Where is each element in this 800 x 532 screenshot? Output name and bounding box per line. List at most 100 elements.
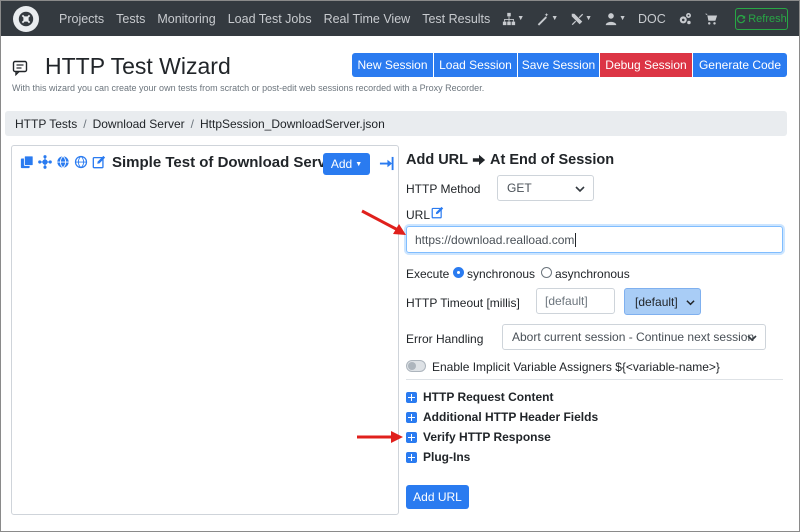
page-title: HTTP Test Wizard — [45, 53, 231, 79]
implicit-variable-label: Enable Implicit Variable Assigners ${<va… — [432, 360, 720, 374]
session-toolbar — [20, 155, 110, 169]
sitemap-icon — [503, 12, 516, 25]
session-title: Simple Test of Download Server — [112, 154, 341, 171]
app-logo[interactable] — [13, 6, 39, 32]
breadcrumb-separator: / — [83, 116, 87, 131]
debug-session-button[interactable]: Debug Session — [600, 53, 693, 77]
new-session-button[interactable]: New Session — [352, 53, 434, 77]
section-label: Additional HTTP Header Fields — [423, 410, 599, 424]
chevron-down-icon — [747, 335, 757, 342]
breadcrumb-item-download-server[interactable]: Download Server — [93, 117, 185, 131]
heading-add-url: Add URL — [406, 152, 469, 168]
section-divider — [406, 379, 783, 380]
refresh-label: Refresh — [748, 13, 787, 25]
magic-wand-icon — [537, 12, 549, 26]
wizard-menu[interactable]: ▼ — [536, 12, 558, 26]
annotation-arrow-url — [361, 209, 406, 235]
section-label: Plug-Ins — [423, 450, 471, 464]
breadcrumb-item-http-tests[interactable]: HTTP Tests — [15, 117, 77, 131]
synchronous-label: synchronous — [467, 267, 536, 281]
http-method-label: HTTP Method — [406, 182, 481, 196]
nav-load-test-jobs[interactable]: Load Test Jobs — [228, 12, 312, 26]
top-navbar: Projects Tests Monitoring Load Test Jobs… — [1, 1, 799, 36]
caret-down-icon: ▼ — [551, 15, 559, 22]
nav-projects[interactable]: Projects — [59, 12, 104, 26]
sitemap-menu[interactable]: ▼ — [502, 12, 524, 26]
plus-square-icon — [406, 431, 417, 443]
comment-icon — [12, 60, 28, 76]
section-plug-ins[interactable]: Plug-Ins — [406, 450, 470, 464]
user-icon — [605, 12, 617, 25]
url-input[interactable]: https://download.realload.com — [406, 226, 783, 253]
nav-monitoring[interactable]: Monitoring — [157, 12, 215, 26]
section-verify-http-response[interactable]: Verify HTTP Response — [406, 430, 551, 444]
http-timeout-label: HTTP Timeout [millis] — [406, 296, 520, 310]
execute-label: Execute — [406, 267, 450, 281]
add-url-heading: Add URL At End of Session — [406, 152, 614, 168]
error-handling-select[interactable]: Abort current session - Continue next se… — [502, 324, 766, 350]
http-method-value: GET — [507, 181, 532, 195]
http-timeout-placeholder: [default] — [545, 294, 588, 308]
edit-url-icon[interactable] — [431, 206, 444, 219]
caret-down-icon: ▼ — [585, 15, 593, 22]
section-http-request-content[interactable]: HTTP Request Content — [406, 390, 553, 404]
refresh-icon — [737, 14, 746, 24]
caret-down-icon: ▼ — [517, 15, 525, 22]
edit-icon[interactable] — [92, 155, 106, 169]
caret-down-icon: ▼ — [619, 15, 627, 22]
error-handling-value: Abort current session - Continue next se… — [512, 330, 755, 344]
nav-real-time-view[interactable]: Real Time View — [324, 12, 411, 26]
network-icon[interactable] — [38, 155, 52, 169]
error-handling-label: Error Handling — [406, 332, 484, 346]
save-session-button[interactable]: Save Session — [518, 53, 600, 77]
http-timeout-input[interactable]: [default] — [536, 288, 615, 314]
breadcrumb: HTTP Tests / Download Server / HttpSessi… — [5, 111, 787, 136]
globe-outline-icon[interactable] — [74, 155, 88, 169]
implicit-variable-toggle[interactable] — [406, 360, 426, 372]
refresh-button[interactable]: Refresh — [735, 8, 788, 30]
plus-square-icon — [406, 411, 417, 423]
chevron-down-icon — [575, 186, 585, 193]
http-timeout-select[interactable]: [default] — [624, 288, 701, 315]
annotation-arrow-verify — [357, 431, 403, 443]
asynchronous-label: asynchronous — [555, 267, 630, 281]
nav-test-results[interactable]: Test Results — [422, 12, 490, 26]
cogs-icon — [679, 12, 691, 24]
add-label: Add — [330, 157, 353, 171]
nav-doc[interactable]: DOC — [638, 12, 666, 26]
settings-button[interactable] — [678, 12, 692, 26]
text-cursor — [575, 232, 577, 247]
add-url-button[interactable]: Add URL — [406, 485, 469, 509]
breadcrumb-item-session-file: HttpSession_DownloadServer.json — [199, 116, 385, 131]
session-button-group: New Session Load Session Save Session De… — [352, 53, 787, 77]
caret-down-icon: ▼ — [355, 160, 363, 168]
generate-code-button[interactable]: Generate Code — [693, 53, 787, 77]
cart-button[interactable] — [704, 12, 718, 26]
user-menu[interactable]: ▼ — [604, 12, 626, 26]
page-subtitle: With this wizard you can create your own… — [12, 83, 485, 93]
tools-menu[interactable]: ▼ — [570, 12, 592, 26]
load-session-button[interactable]: Load Session — [434, 53, 518, 77]
session-tree-panel: Simple Test of Download Server Add ▼ — [11, 145, 399, 515]
globe-icon[interactable] — [56, 155, 70, 169]
heading-position: At End of Session — [490, 152, 615, 168]
url-value: https://download.realload.com — [415, 232, 575, 247]
section-label: Verify HTTP Response — [423, 430, 551, 444]
section-additional-header-fields[interactable]: Additional HTTP Header Fields — [406, 410, 598, 424]
synchronous-radio[interactable] — [453, 267, 464, 278]
http-timeout-select-value: [default] — [635, 294, 678, 309]
plus-square-icon — [406, 391, 417, 403]
asynchronous-radio[interactable] — [541, 267, 552, 278]
section-label: HTTP Request Content — [423, 390, 554, 404]
chevron-down-icon — [686, 300, 695, 306]
breadcrumb-separator: / — [190, 116, 194, 131]
cart-icon — [704, 13, 717, 25]
plus-square-icon — [406, 451, 417, 463]
add-dropdown-button[interactable]: Add ▼ — [323, 153, 370, 175]
sign-in-icon[interactable] — [379, 156, 394, 171]
nav-tests[interactable]: Tests — [116, 12, 145, 26]
logo-icon — [18, 11, 34, 27]
copy-icon[interactable] — [20, 155, 34, 169]
http-method-select[interactable]: GET — [497, 175, 594, 201]
tools-icon — [571, 13, 584, 25]
